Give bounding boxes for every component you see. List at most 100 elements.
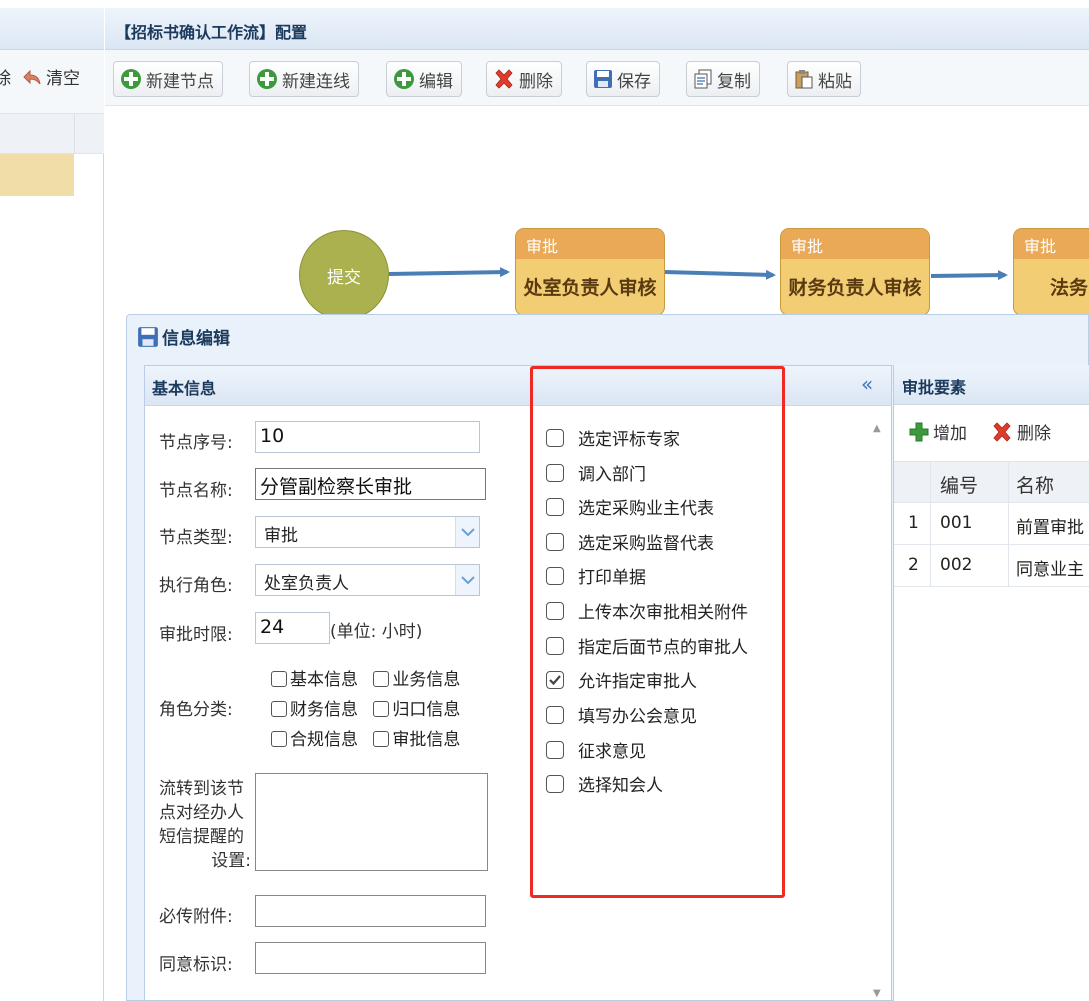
checkbox[interactable]	[271, 731, 287, 747]
required-attachment-input[interactable]	[255, 895, 486, 927]
new-link-button[interactable]: 新建连线	[249, 61, 359, 97]
copy-icon	[694, 69, 712, 89]
connector-line[interactable]	[930, 270, 1008, 281]
workflow-panel-header: 【招标书确认工作流】配置	[105, 8, 1089, 50]
role-category-option[interactable]: 审批信息	[373, 730, 460, 750]
edit-button[interactable]: 编辑	[386, 61, 462, 97]
new-link-label: 新建连线	[282, 71, 350, 92]
checkbox[interactable]	[373, 701, 390, 717]
time-limit-label: 审批时限:	[159, 625, 233, 645]
left-toolbar: 除 清空	[0, 50, 104, 114]
sms-reminder-textarea[interactable]	[255, 773, 488, 871]
time-limit-unit: (单位: 小时)	[330, 622, 423, 642]
checkbox[interactable]	[373, 671, 390, 687]
left-grid-header	[0, 114, 104, 154]
time-limit-input[interactable]: 24	[255, 612, 330, 644]
paste-button[interactable]: 粘贴	[787, 61, 861, 97]
workflow-node[interactable]: 审批 法务	[1013, 228, 1089, 316]
save-label: 保存	[617, 71, 651, 92]
left-panel: 除 清空	[0, 8, 104, 1001]
delete-element-button[interactable]: 删除	[990, 419, 1051, 444]
workflow-node[interactable]: 审批 财务负责人审核	[780, 228, 930, 316]
role-category-row: 基本信息 业务信息	[271, 665, 470, 690]
workflow-node[interactable]: 审批 处室负责人审核	[515, 228, 665, 316]
clear-button[interactable]: 清空	[22, 64, 80, 89]
workflow-title: 【招标书确认工作流】配置	[115, 23, 308, 42]
new-node-label: 新建节点	[146, 71, 214, 92]
scroll-down-icon[interactable]: ▼	[873, 988, 881, 999]
node-seq-input[interactable]: 10	[255, 421, 480, 453]
clear-label: 清空	[46, 69, 80, 89]
role-category-row: 合规信息 审批信息	[271, 725, 470, 750]
floppy-disk-icon	[138, 326, 158, 347]
chevron-down-icon[interactable]	[455, 517, 479, 547]
plus-icon	[257, 69, 277, 89]
node-name-label: 法务	[1050, 277, 1089, 299]
workflow-toolbar: 新建节点 新建连线 编辑 删除 保存 复制 粘贴	[105, 50, 1089, 106]
basic-info-title: 基本信息	[152, 379, 217, 398]
approval-elements-title: 审批要素	[902, 378, 967, 397]
delete-button[interactable]: 删除	[486, 61, 562, 97]
role-category-option[interactable]: 基本信息	[271, 670, 358, 690]
double-chevron-left-icon[interactable]: «	[861, 372, 873, 396]
node-type-select[interactable]: 审批	[255, 516, 480, 548]
undo-arrow-icon	[23, 69, 41, 84]
red-x-icon	[495, 69, 513, 89]
left-toolbar-partial-button[interactable]: 除	[0, 64, 11, 89]
table-row[interactable]: 2 002 同意业主	[894, 545, 1089, 587]
approval-grid-header: 编号 名称	[894, 461, 1089, 503]
highlight-box	[530, 366, 785, 898]
connector-line[interactable]	[664, 269, 776, 280]
paste-clipboard-icon	[795, 70, 813, 89]
plus-icon	[909, 422, 929, 441]
start-node[interactable]: 提交	[299, 230, 389, 320]
role-category-option[interactable]: 归口信息	[373, 700, 460, 720]
node-type-label: 审批	[781, 229, 929, 259]
required-attachment-label: 必传附件:	[159, 907, 233, 927]
column-header-code[interactable]: 编号	[940, 471, 978, 498]
checkbox[interactable]	[271, 671, 287, 687]
checkbox[interactable]	[373, 731, 390, 747]
role-category-option[interactable]: 业务信息	[373, 670, 460, 690]
sms-reminder-label: 流转到该节 点对经办人 短信提醒的 设置:	[159, 779, 251, 871]
exec-role-label: 执行角色:	[159, 576, 233, 596]
new-node-button[interactable]: 新建节点	[113, 61, 223, 97]
add-element-button[interactable]: 增加	[908, 419, 967, 444]
checkbox[interactable]	[271, 701, 287, 717]
exec-role-select[interactable]: 处室负责人	[255, 564, 480, 596]
node-name-label: 处室负责人审核	[523, 277, 657, 299]
node-seq-label: 节点序号:	[159, 433, 233, 453]
plus-icon	[121, 69, 141, 89]
paste-label: 粘贴	[818, 71, 852, 92]
copy-label: 复制	[717, 71, 751, 92]
role-category-option[interactable]: 合规信息	[271, 730, 358, 750]
save-button[interactable]: 保存	[586, 61, 660, 97]
scroll-up-icon[interactable]: ▲	[873, 423, 881, 434]
node-name-input[interactable]: 分管副检察长审批	[255, 468, 486, 500]
delete-label: 删除	[519, 71, 553, 92]
agree-mark-label: 同意标识:	[159, 955, 233, 975]
node-name-label: 财务负责人审核	[788, 277, 922, 299]
floppy-disk-icon	[594, 70, 612, 88]
red-x-icon	[993, 421, 1011, 442]
table-row[interactable]: 1 001 前置审批	[894, 503, 1089, 545]
node-type-value: 审批	[264, 526, 298, 546]
left-panel-header	[0, 8, 104, 50]
exec-role-value: 处室负责人	[264, 574, 349, 594]
dialog-title-bar[interactable]: 信息编辑	[137, 324, 230, 349]
node-type-label: 审批	[516, 229, 664, 259]
role-category-option[interactable]: 财务信息	[271, 700, 358, 720]
connector-line[interactable]	[388, 267, 510, 278]
left-grid-selected-row[interactable]	[0, 154, 74, 196]
chevron-down-icon[interactable]	[455, 565, 479, 595]
role-category-label: 角色分类:	[159, 700, 233, 720]
dialog-title: 信息编辑	[162, 329, 230, 349]
agree-mark-input[interactable]	[255, 942, 486, 974]
column-header-name[interactable]: 名称	[1016, 471, 1054, 498]
node-type-label: 审批	[1014, 229, 1089, 259]
approval-elements-panel: 审批要素 增加 删除 编号 名称 1 001 前置审批 2 002 同意业主	[893, 365, 1089, 1001]
edit-label: 编辑	[419, 71, 453, 92]
role-category-row: 财务信息 归口信息	[271, 695, 470, 720]
copy-button[interactable]: 复制	[686, 61, 760, 97]
plus-icon	[394, 69, 414, 89]
